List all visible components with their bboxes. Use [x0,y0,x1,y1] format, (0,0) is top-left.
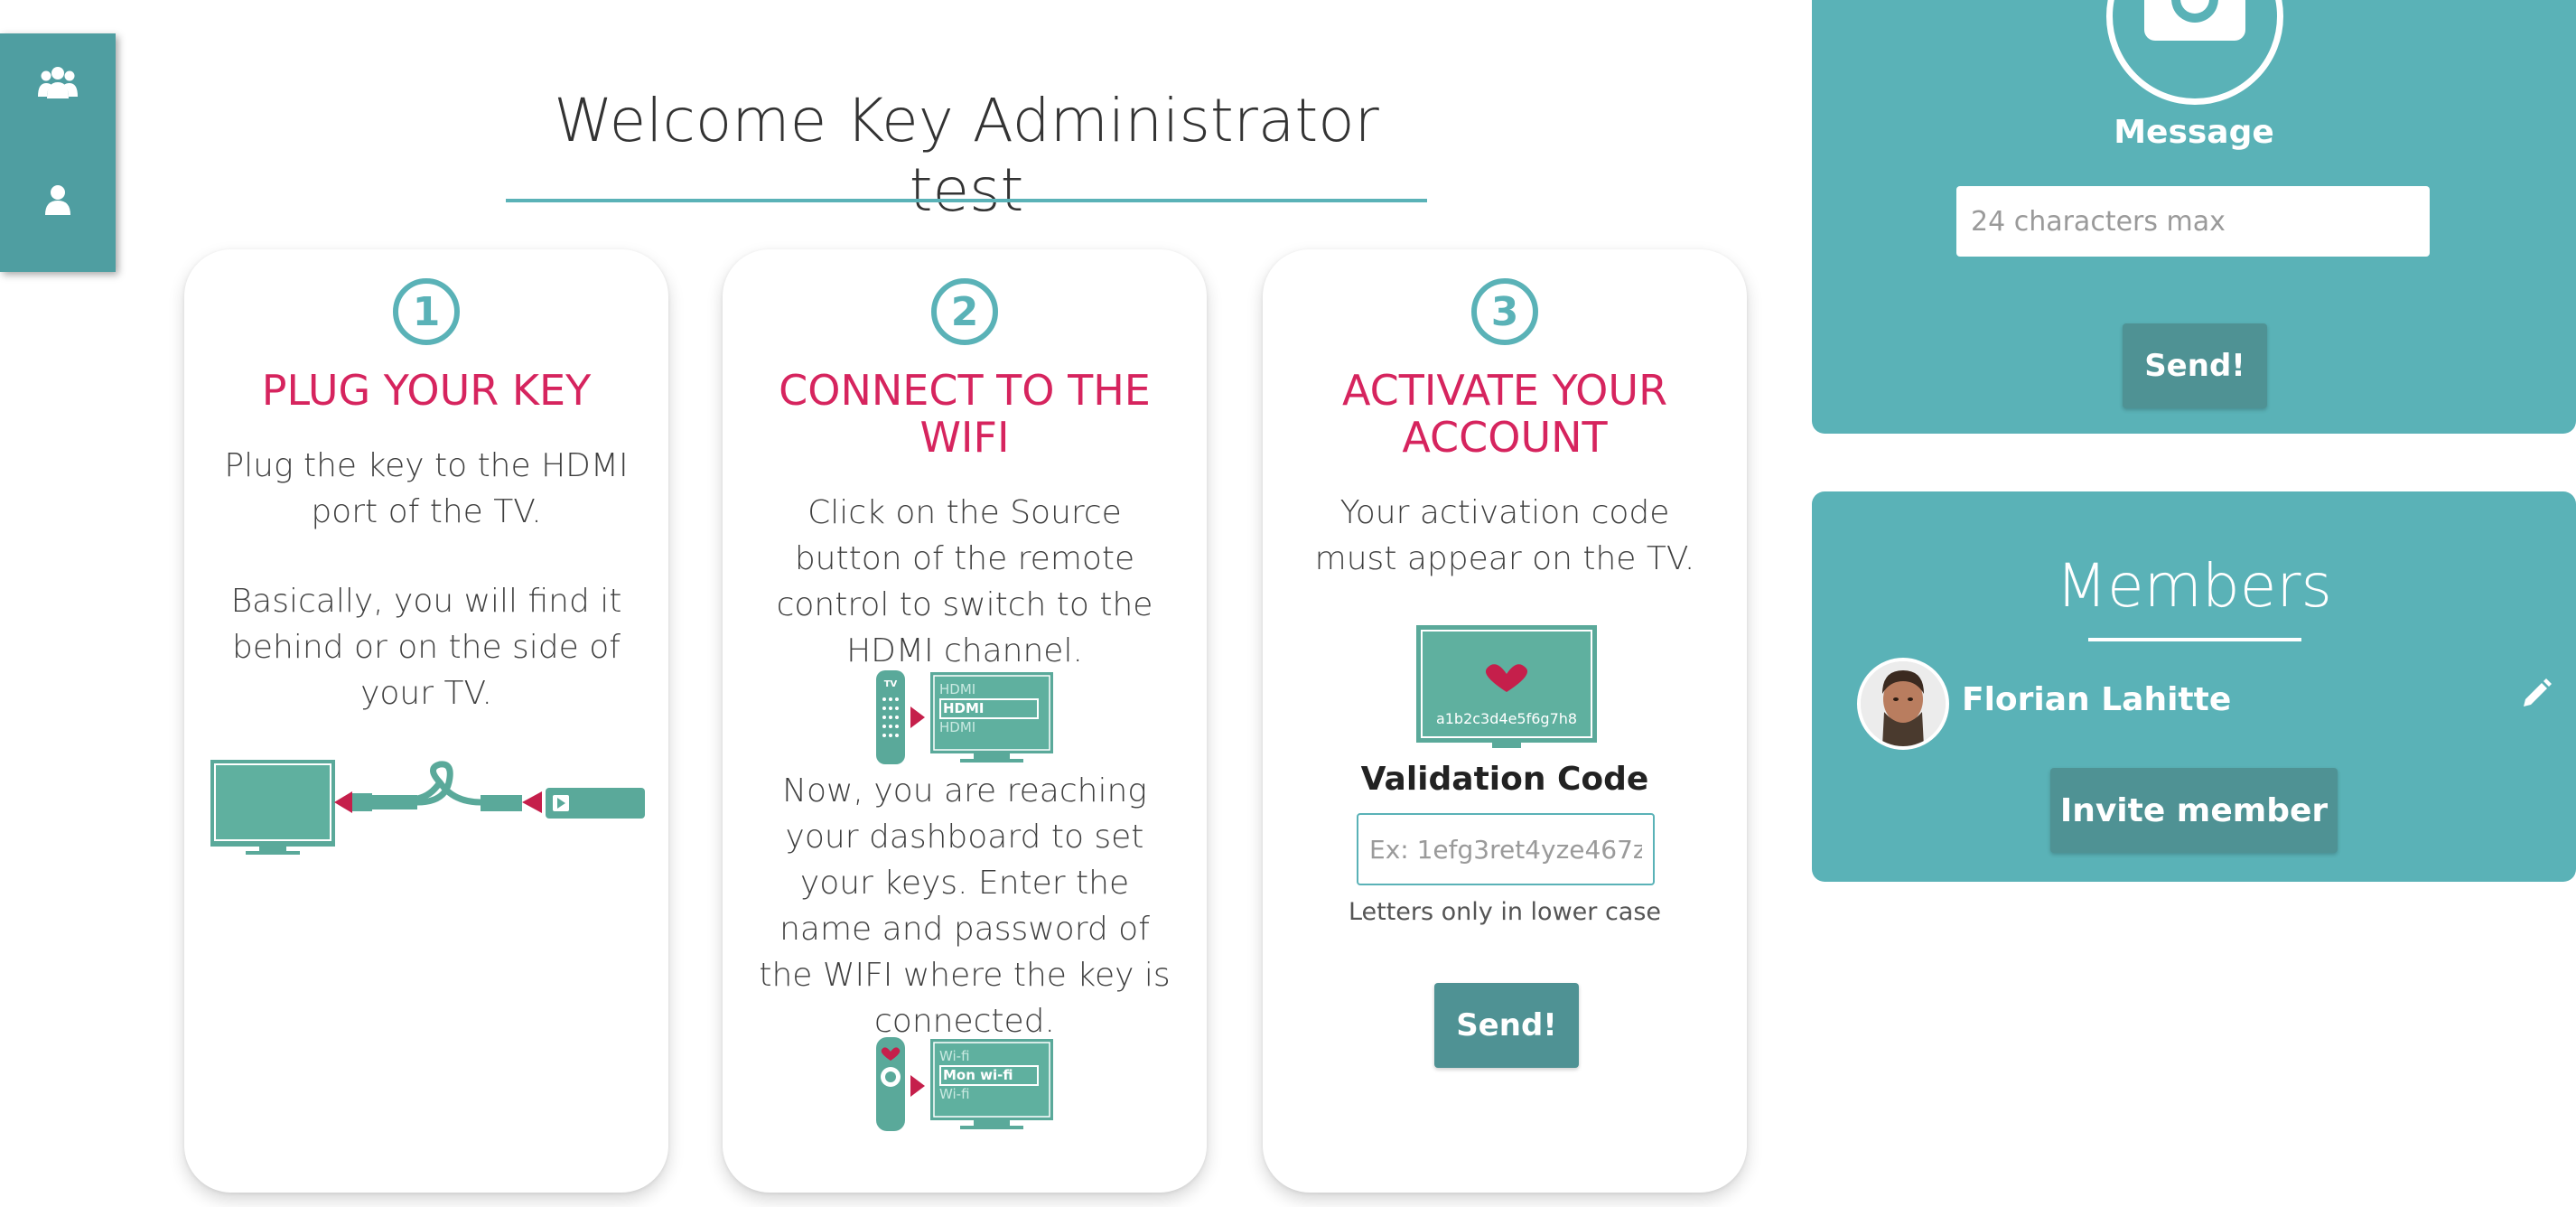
wifi-label-selected: Mon wi-fi [939,1065,1039,1086]
step-text: Plug the key to the HDMI port of the TV. [224,447,629,530]
validation-code-hint: Letters only in lower case [1348,898,1662,926]
wifi-label: Wi-fi [939,1086,970,1102]
tv-key-illustration [210,760,645,855]
camera-icon [2144,0,2245,41]
step-title: CONNECT TO THE WIFI [779,366,1151,462]
pencil-icon[interactable] [2518,676,2554,712]
validation-code-label: Validation Code [1360,761,1649,798]
members-icon [38,67,78,98]
step-title: PLUG YOUR KEY [261,366,592,415]
validation-code-input[interactable] [1357,813,1655,885]
svg-text:TV: TV [884,679,898,689]
message-label: Message [2114,114,2274,151]
hdmi-label: HDMI [939,681,976,697]
step-number-1: 1 [393,278,460,345]
wifi-label: Wi-fi [939,1048,970,1064]
members-title-underline [2088,638,2301,641]
hdmi-label-selected: HDMI [939,698,1039,719]
member-name: Florian Lahitte [1962,681,2232,718]
members-title: Members [2056,551,2332,621]
message-input[interactable] [1956,186,2430,257]
hdmi-label: HDMI [939,719,976,735]
page-title: Welcome Key Administrator test [554,86,1379,225]
members-panel: Members Florian Lahitte Invite member [1812,491,2576,882]
validation-send-button[interactable]: Send! [1434,983,1579,1068]
step-card-plug-key: 1 PLUG YOUR KEY Plug the key to the HDMI… [184,249,668,1193]
step-number-2: 2 [931,278,998,345]
step-title: ACTIVATE YOUR ACCOUNT [1341,366,1668,462]
user-icon [45,185,70,215]
step-card-connect-wifi: 2 CONNECT TO THE WIFI Click on the Sourc… [723,249,1207,1193]
message-panel: Message Send! [1812,0,2576,434]
step-text: Now, you are reaching your dashboard to … [759,772,1171,1040]
step-text: Your activation code must appear on the … [1314,494,1695,577]
step-text: Basically, you will find it behind or on… [230,583,622,712]
invite-member-button[interactable]: Invite member [2050,768,2338,853]
step-card-activate-account: 3 ACTIVATE YOUR ACCOUNT Your activation … [1263,249,1747,1193]
message-send-button[interactable]: Send! [2123,323,2267,408]
step-number-3: 3 [1471,278,1538,345]
tv-activation-code: a1b2c3d4e5f6g7h8 [1435,710,1578,727]
title-underline [506,199,1427,202]
nav-profile-button[interactable] [0,154,116,245]
nav-members-button[interactable] [0,37,116,127]
tv-activation-code-illustration [1416,625,1597,748]
avatar [1857,658,1949,750]
member-row: Florian Lahitte [1857,658,2554,750]
step-text: Click on the Source button of the remote… [776,494,1153,669]
side-nav [0,33,116,272]
camera-upload-button[interactable] [2106,0,2283,105]
